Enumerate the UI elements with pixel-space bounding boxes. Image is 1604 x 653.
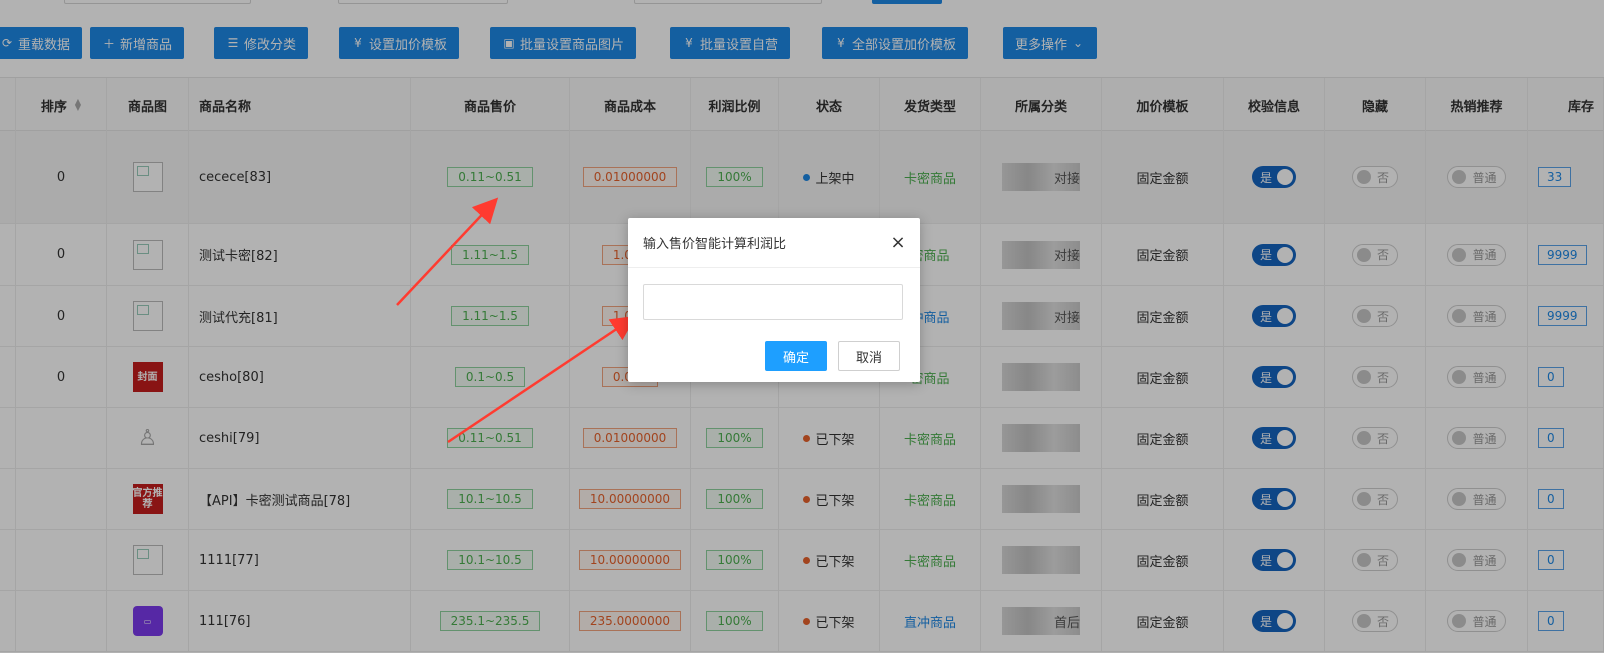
cancel-button[interactable]: 取消	[838, 341, 900, 371]
profit-calc-dialog: 输入售价智能计算利润比 × 确定 取消	[628, 218, 920, 382]
close-icon[interactable]: ×	[888, 233, 908, 253]
dialog-title: 输入售价智能计算利润比	[628, 218, 920, 268]
confirm-button[interactable]: 确定	[765, 341, 827, 371]
price-input[interactable]	[643, 284, 903, 320]
